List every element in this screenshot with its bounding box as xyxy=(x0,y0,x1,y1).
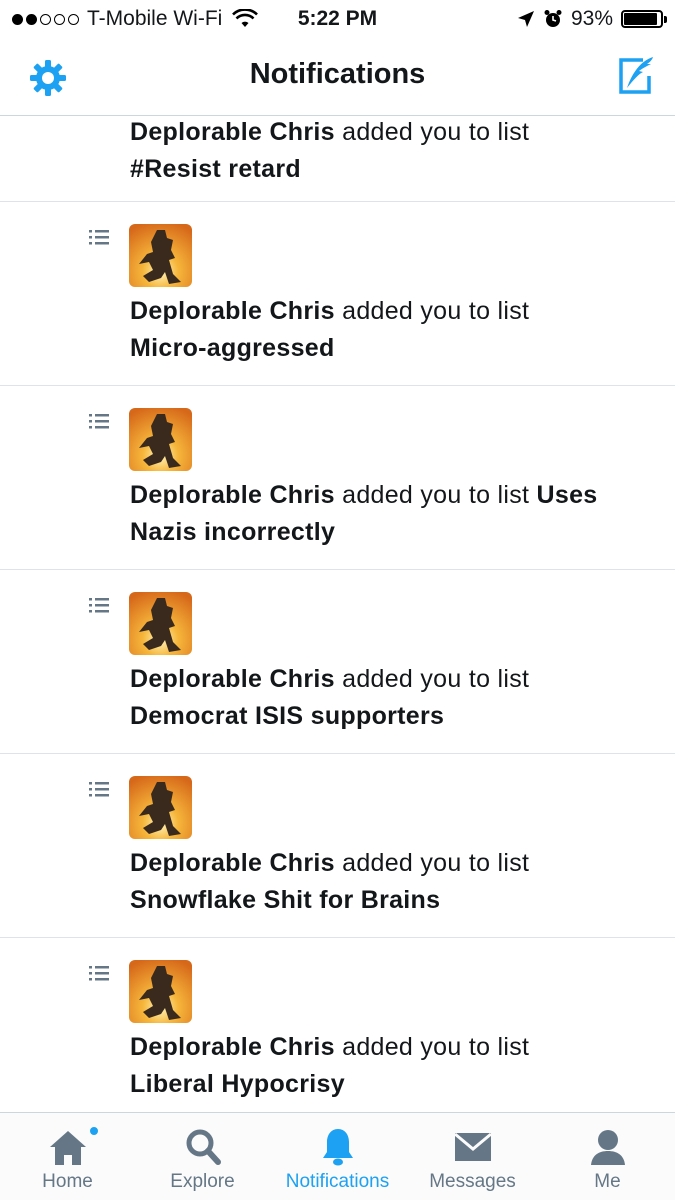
list-name[interactable]: Democrat ISIS supporters xyxy=(130,702,444,730)
compose-tweet-icon xyxy=(619,57,653,94)
tab-home[interactable]: Home xyxy=(0,1113,135,1200)
alarm-icon xyxy=(544,10,562,27)
battery-percent: 93% xyxy=(570,7,613,30)
actor-name[interactable]: Deplorable Chris xyxy=(130,118,335,146)
status-bar: T-Mobile Wi-Fi 5:22 PM 93% xyxy=(0,0,675,40)
list-icon xyxy=(89,782,109,797)
notification-text: Deplorable Chris added you to list Democ… xyxy=(130,661,650,735)
battery-icon xyxy=(621,10,667,28)
notification-item[interactable]: Deplorable Chris added you to list Democ… xyxy=(0,570,675,754)
actor-name[interactable]: Deplorable Chris xyxy=(130,665,335,693)
list-icon xyxy=(89,966,109,981)
notification-action: added you to list xyxy=(342,849,530,877)
envelope-icon xyxy=(453,1132,492,1161)
page-title: Notifications xyxy=(249,58,426,90)
notification-action: added you to list xyxy=(342,297,530,325)
notification-item[interactable]: Deplorable Chris added you to list Uses … xyxy=(0,386,675,570)
bell-icon xyxy=(322,1129,353,1166)
notification-action: added you to list xyxy=(342,665,530,693)
actor-name[interactable]: Deplorable Chris xyxy=(130,1033,335,1061)
person-icon xyxy=(590,1130,625,1165)
tab-me[interactable]: Me xyxy=(540,1113,675,1200)
notification-text: Deplorable Chris added you to list Snowf… xyxy=(130,845,650,919)
status-right: 93% xyxy=(517,6,667,32)
new-content-dot xyxy=(88,1125,100,1137)
list-icon xyxy=(89,414,109,429)
tab-messages[interactable]: Messages xyxy=(405,1113,540,1200)
actor-name[interactable]: Deplorable Chris xyxy=(130,297,335,325)
actor-name[interactable]: Deplorable Chris xyxy=(130,849,335,877)
tab-bar: Home Explore Notifications Messages Me xyxy=(0,1112,675,1200)
notification-item[interactable]: Deplorable Chris added you to list Micro… xyxy=(0,202,675,386)
search-icon xyxy=(186,1129,221,1165)
notification-text: Deplorable Chris added you to list #Resi… xyxy=(130,116,650,188)
nav-bar: Notifications xyxy=(0,40,675,116)
avatar[interactable] xyxy=(129,592,192,655)
notification-item[interactable]: Deplorable Chris added you to list Liber… xyxy=(0,938,675,1112)
notification-item[interactable]: Deplorable Chris added you to list Snowf… xyxy=(0,754,675,938)
tab-label: Me xyxy=(594,1171,621,1192)
notification-item[interactable]: Deplorable Chris added you to list #Resi… xyxy=(0,116,675,202)
actor-name[interactable]: Deplorable Chris xyxy=(130,481,335,509)
notifications-feed: Deplorable Chris added you to list #Resi… xyxy=(0,116,675,1112)
notification-text: Deplorable Chris added you to list Micro… xyxy=(130,293,650,367)
home-icon xyxy=(49,1131,86,1165)
tab-notifications[interactable]: Notifications xyxy=(270,1113,405,1200)
tab-label: Messages xyxy=(429,1171,516,1192)
notification-text: Deplorable Chris added you to list Uses … xyxy=(130,477,650,551)
notification-action: added you to list xyxy=(342,481,530,509)
avatar[interactable] xyxy=(129,960,192,1023)
avatar[interactable] xyxy=(129,776,192,839)
notification-action: added you to list xyxy=(342,118,530,146)
list-icon xyxy=(89,230,109,245)
avatar[interactable] xyxy=(129,408,192,471)
list-icon xyxy=(89,598,109,613)
list-name[interactable]: #Resist retard xyxy=(130,155,301,183)
list-name[interactable]: Snowflake Shit for Brains xyxy=(130,886,440,914)
tab-explore[interactable]: Explore xyxy=(135,1113,270,1200)
list-name[interactable]: Micro-aggressed xyxy=(130,334,335,362)
notification-action: added you to list xyxy=(342,1033,530,1061)
tab-label: Home xyxy=(42,1171,93,1192)
compose-button[interactable] xyxy=(613,54,657,98)
tab-label: Explore xyxy=(170,1171,235,1192)
avatar[interactable] xyxy=(129,224,192,287)
location-arrow-icon xyxy=(517,11,534,27)
list-name[interactable]: Liberal Hypocrisy xyxy=(130,1070,345,1098)
notification-text: Deplorable Chris added you to list Liber… xyxy=(130,1029,650,1103)
tab-label: Notifications xyxy=(285,1171,390,1192)
